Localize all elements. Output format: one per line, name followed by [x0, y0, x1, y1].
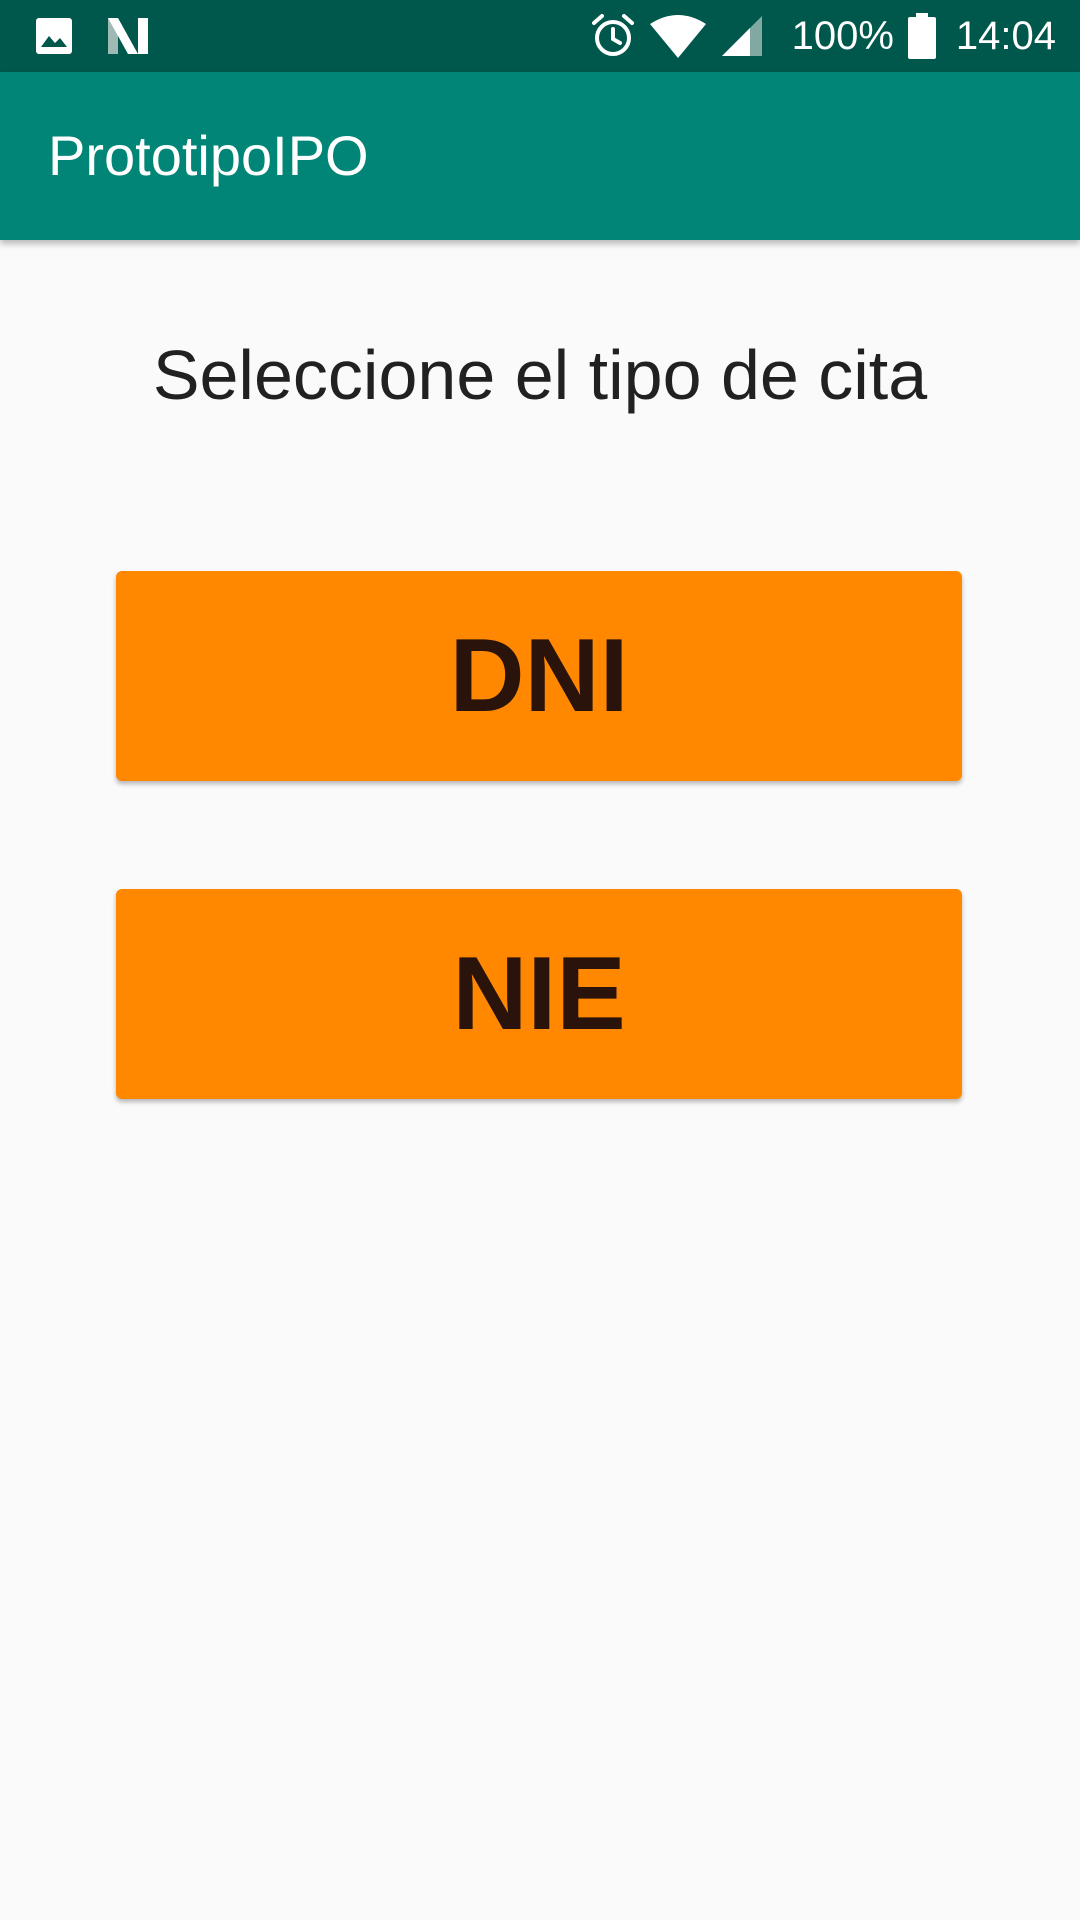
- battery-percent: 100%: [791, 14, 894, 58]
- alarm-icon: [591, 14, 634, 56]
- app-bar: PrototipoIPO: [0, 72, 1080, 240]
- page-prompt: Seleccione el tipo de cita: [152, 336, 928, 414]
- app-title: PrototipoIPO: [48, 124, 369, 187]
- status-bar: 100% 14:04: [0, 0, 1080, 72]
- status-clock: 14:04: [955, 14, 1056, 58]
- cell-signal-icon: [721, 16, 762, 56]
- status-left-icons: [34, 14, 150, 58]
- nie-button[interactable]: NIE: [116, 889, 962, 1099]
- battery-full-icon: [907, 13, 936, 59]
- status-right-icons: 100% 14:04: [590, 0, 1056, 72]
- android-n-icon: [108, 18, 148, 54]
- wifi-icon: [649, 15, 706, 58]
- image-icon: [36, 18, 72, 54]
- dni-button[interactable]: DNI: [116, 571, 962, 781]
